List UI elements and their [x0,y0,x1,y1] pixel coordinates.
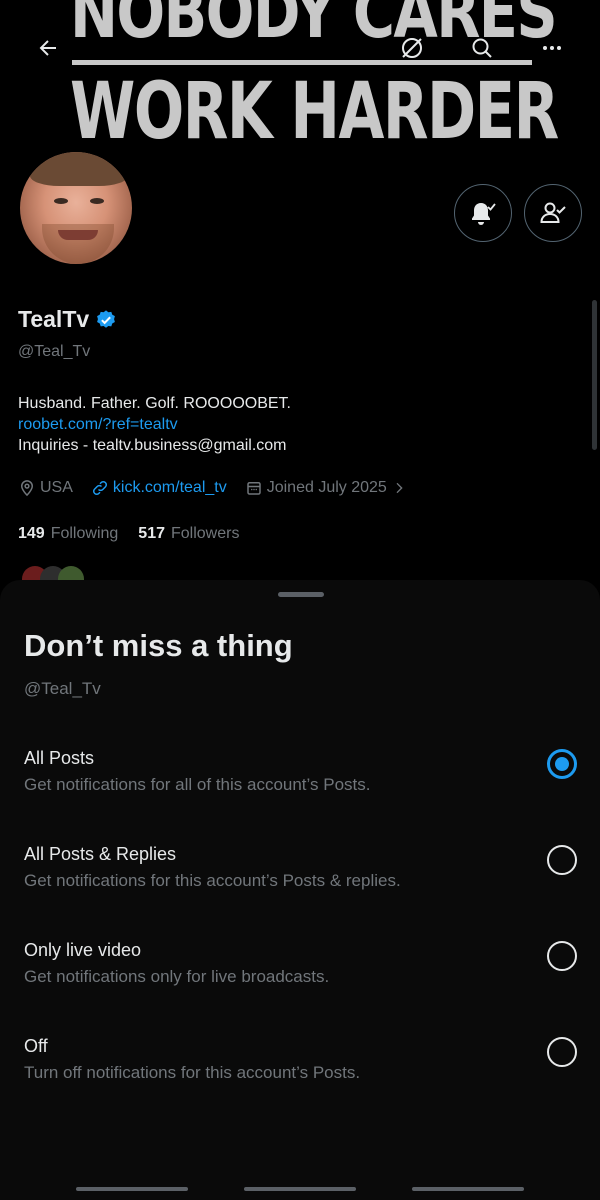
system-navigation-bar [0,1180,600,1200]
website-link[interactable]: kick.com/teal_tv [113,479,227,497]
profile-handle: @Teal_Tv [18,343,91,360]
website-item[interactable]: kick.com/teal_tv [91,479,227,497]
back-arrow-icon [39,40,56,56]
option-title: Off [24,1036,48,1056]
location-text: USA [40,479,73,496]
location-item: USA [18,479,73,497]
following-label[interactable]: Following [51,525,119,543]
scrollbar[interactable] [592,300,597,450]
radio-off[interactable] [547,1037,577,1067]
sheet-title: Don’t miss a thing [24,628,293,663]
nav-recents[interactable] [76,1187,188,1191]
profile-name: TealTv [18,306,90,332]
location-pin-icon [20,480,34,497]
profile-bio: Husband. Father. Golf. ROOOOOBET. roobet… [18,393,291,456]
joined-text: Joined July 2025 [266,479,387,496]
sheet-drag-handle[interactable] [278,592,324,597]
option-title: All Posts & Replies [24,844,177,864]
nav-home[interactable] [244,1187,356,1191]
avatar-eye-left [54,198,68,204]
profile-meta: USA kick.com/teal_tv Joined July 2025 [18,479,425,497]
followers-count[interactable]: 517 [138,525,165,543]
bio-link[interactable]: roobet.com/?ref=tealtv [18,414,291,435]
mini-avatar [58,566,84,580]
joined-item[interactable]: Joined July 2025 [245,479,407,497]
user-check-icon [540,202,566,223]
radio-all-posts[interactable] [547,749,577,779]
option-off[interactable]: Off Turn off notifications for this acco… [0,1036,600,1116]
avatar-hair [30,152,128,186]
nav-back[interactable] [412,1187,524,1191]
more-icon [543,46,561,50]
avatar-eye-right [90,198,104,204]
bio-line: Husband. Father. Golf. ROOOOOBET. [18,395,291,412]
followers-label[interactable]: Followers [171,525,239,543]
avatar[interactable] [17,149,135,267]
calendar-icon [246,482,261,495]
verified-badge-icon[interactable] [95,309,117,331]
grok-icon [402,38,422,58]
option-only-live-video[interactable]: Only live video Get notifications only f… [0,940,600,1020]
bio-line: Inquiries - tealtv.business@gmail.com [18,437,287,454]
option-title: Only live video [24,940,142,960]
search-icon [472,38,492,58]
following-count[interactable]: 149 [18,525,45,543]
option-description: Get notifications for this account’s Pos… [24,871,401,890]
banner-text-line2: WORK HARDER [70,67,559,150]
sheet-handle: @Teal_Tv [24,679,101,698]
follow-counts: 149 Following 517 Followers [18,525,239,543]
option-description: Turn off notifications for this account’… [24,1063,361,1082]
option-all-posts[interactable]: All Posts Get notifications for all of t… [0,748,600,828]
profile-banner[interactable]: NOBODY CARES WORK HARDER [0,0,600,150]
option-description: Get notifications only for live broadcas… [24,967,330,986]
bell-check-icon [472,203,496,225]
avatar-mouth [58,230,98,240]
followed-by-avatars[interactable] [22,564,94,580]
option-all-posts-replies[interactable]: All Posts & Replies Get notifications fo… [0,844,600,924]
chevron-right-icon [396,482,403,494]
grok-button[interactable] [392,28,432,68]
option-description: Get notifications for all of this accoun… [24,775,371,794]
link-icon [92,480,107,496]
more-options-button[interactable] [532,28,572,68]
following-button[interactable] [524,184,582,242]
radio-only-live-video[interactable] [547,941,577,971]
search-button[interactable] [462,28,502,68]
radio-all-posts-replies[interactable] [547,845,577,875]
profile-name-row: TealTv [18,306,117,333]
back-button[interactable] [28,28,68,68]
notifications-button[interactable] [454,184,512,242]
option-title: All Posts [24,748,95,768]
